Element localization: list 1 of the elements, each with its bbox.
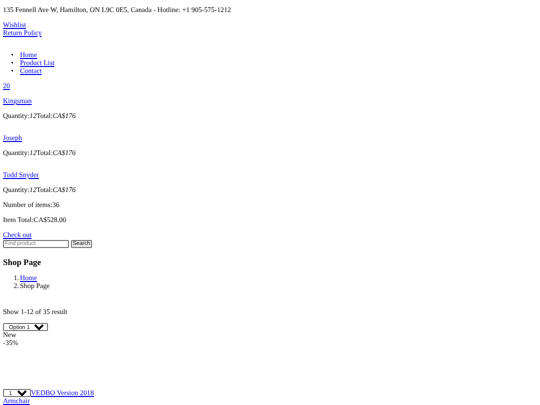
page-title: Shop Page <box>3 257 42 267</box>
